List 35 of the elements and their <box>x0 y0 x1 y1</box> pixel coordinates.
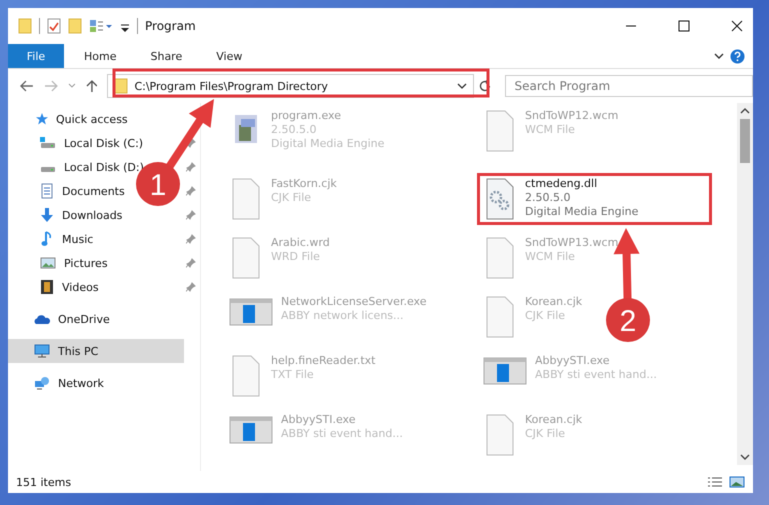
ribbon-tab[interactable]: View <box>202 44 256 68</box>
sidebar-item[interactable]: Quick access <box>8 107 184 131</box>
ribbon-tab[interactable]: Home <box>70 44 130 68</box>
address-field[interactable]: C:\Program Files\Program Directory <box>107 74 474 98</box>
sidebar-item[interactable]: Downloads <box>62 208 122 222</box>
file-detail: CJK File <box>525 309 566 323</box>
ribbon-tab[interactable]: File <box>8 44 64 68</box>
file-detail: CJK File <box>271 191 312 205</box>
window-title: Program <box>145 19 196 33</box>
sidebar-item[interactable]: Music <box>62 232 94 246</box>
file-detail: 2.50.5.0 <box>525 191 572 205</box>
sidebar-item[interactable]: Pictures <box>64 256 108 270</box>
file-name[interactable]: ctmedeng.dll <box>525 177 638 191</box>
file-detail: 2.50.5.0 <box>271 123 318 137</box>
file-detail: ABBY sti event hand... <box>281 427 403 441</box>
sidebar-item[interactable]: Videos <box>62 280 99 294</box>
sidebar-item[interactable]: Local Disk (C:) <box>64 136 144 150</box>
step-badge: 2 <box>606 298 650 342</box>
sidebar-item[interactable]: Network <box>8 371 184 395</box>
path-text: C:\Program Files\Program Directory <box>134 80 328 92</box>
file-detail: ABBY sti event hand... <box>535 368 657 382</box>
search-field[interactable]: Search Program <box>505 75 753 97</box>
ribbon-tab[interactable]: Share <box>136 44 196 68</box>
file-detail: WRD File <box>271 250 321 264</box>
item-count: 151 items <box>16 476 72 488</box>
file-detail: ABBY network licens... <box>281 309 405 323</box>
sidebar-item[interactable]: Documents <box>62 184 125 198</box>
file-detail: WCM File <box>525 123 576 137</box>
file-detail: WCM File <box>525 250 576 264</box>
sidebar-item[interactable]: OneDrive <box>8 307 184 331</box>
file-detail: TXT File <box>271 368 315 382</box>
sidebar-item[interactable]: This PC <box>8 339 184 363</box>
file-detail: CJK File <box>525 427 566 441</box>
file-detail: Digital Media Engine <box>525 205 638 219</box>
file-detail: Digital Media Engine <box>271 137 384 151</box>
